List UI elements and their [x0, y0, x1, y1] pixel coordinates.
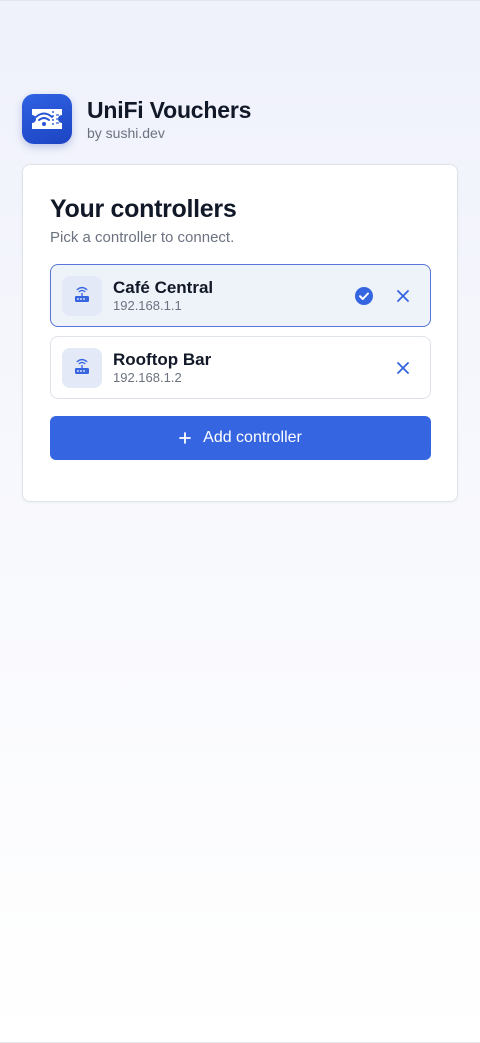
controllers-card: Your controllers Pick a controller to co… — [22, 164, 458, 502]
router-icon — [62, 347, 102, 388]
selected-check-icon — [355, 286, 373, 305]
remove-controller-icon[interactable] — [395, 360, 411, 376]
controller-ip: 192.168.1.2 — [113, 370, 182, 385]
controller-name: Rooftop Bar — [113, 350, 212, 369]
remove-controller-icon[interactable] — [395, 288, 411, 304]
add-controller-label: Add controller — [203, 429, 302, 446]
controller-item-cafe-central[interactable]: Café Central 192.168.1.1 — [50, 264, 431, 327]
add-controller-button[interactable]: Add controller — [50, 416, 431, 460]
card-title: Your controllers — [50, 195, 237, 223]
plus-icon — [179, 432, 192, 444]
top-divider — [0, 0, 480, 1]
controller-name: Café Central — [113, 278, 214, 297]
card-subtitle: Pick a controller to connect. — [50, 229, 235, 246]
app-title: UniFi Vouchers — [87, 97, 252, 123]
controller-item-rooftop-bar[interactable]: Rooftop Bar 192.168.1.2 — [50, 336, 431, 399]
app-header: UniFi Vouchers by sushi.dev — [22, 94, 251, 144]
app-subtitle: by sushi.dev — [87, 125, 165, 141]
router-icon — [62, 275, 102, 316]
controller-ip: 192.168.1.1 — [113, 298, 182, 313]
app-logo-icon — [22, 94, 72, 144]
